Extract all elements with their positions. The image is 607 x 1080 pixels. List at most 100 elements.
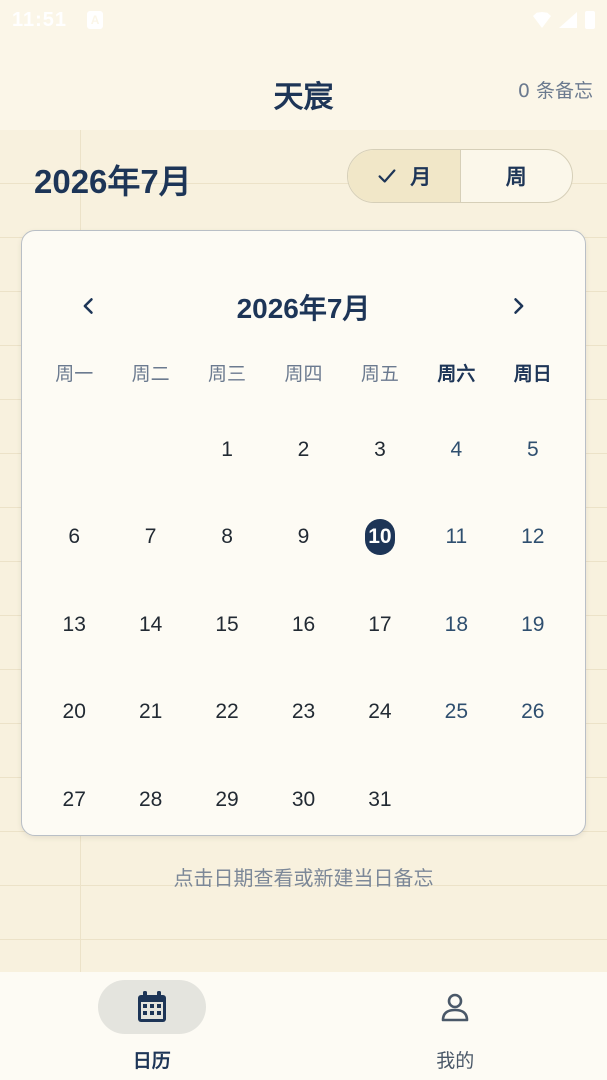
weekday-label: 周四	[284, 363, 323, 385]
day-number: 16	[291, 612, 316, 636]
day-number: 5	[526, 437, 539, 461]
day-number: 7	[144, 525, 157, 549]
day-cell[interactable]: 17	[342, 581, 418, 669]
weekday-header-row: 周一 周二 周三 周四 周五 周六 周日	[36, 359, 571, 386]
wifi-icon	[533, 12, 551, 28]
app-bar: 天宸 0 条备忘	[0, 60, 607, 120]
status-time: 11:51	[12, 8, 68, 31]
day-cell[interactable]: 21	[112, 669, 188, 757]
day-number: 20	[62, 700, 86, 724]
day-number: 13	[62, 612, 86, 636]
day-number: 22	[215, 700, 239, 724]
day-cell[interactable]: 11	[418, 494, 494, 582]
day-cell[interactable]: 31	[342, 756, 418, 844]
toggle-month-button[interactable]: 月	[348, 150, 461, 202]
day-number: 19	[521, 612, 545, 636]
toggle-week-button[interactable]: 周	[461, 150, 573, 202]
day-number: 15	[215, 612, 239, 636]
weekday-label: 周五	[360, 363, 399, 385]
day-cell[interactable]: 30	[265, 756, 341, 844]
day-cell[interactable]: 16	[265, 581, 341, 669]
day-number: 6	[68, 525, 81, 549]
hint-text: 点击日期查看或新建当日备忘	[173, 866, 434, 890]
day-number: 9	[297, 525, 310, 549]
status-bar: 11:51 A	[0, 0, 607, 40]
day-cell[interactable]: 28	[112, 756, 188, 844]
battery-icon	[585, 11, 595, 29]
weekday-label: 周日	[513, 363, 552, 385]
day-cell[interactable]: 23	[265, 669, 341, 757]
nav-profile-pill	[401, 980, 509, 1034]
day-cell[interactable]: 5	[495, 406, 571, 494]
day-number: 18	[444, 612, 469, 636]
day-number: 31	[368, 787, 392, 811]
day-cell[interactable]: 6	[36, 494, 112, 582]
day-cell[interactable]: 27	[36, 756, 112, 844]
day-number: 14	[138, 612, 163, 636]
day-cell[interactable]: 3	[342, 406, 418, 494]
person-icon	[441, 993, 469, 1022]
day-cell[interactable]: 12	[495, 494, 571, 582]
weekday-label: 周一	[55, 363, 94, 385]
day-number: 28	[138, 787, 163, 811]
day-cell[interactable]: 18	[418, 581, 494, 669]
day-cell[interactable]: 20	[36, 669, 112, 757]
day-cell[interactable]: 26	[495, 669, 571, 757]
day-cell[interactable]: 19	[495, 581, 571, 669]
calendar-icon	[137, 991, 166, 1022]
month-heading[interactable]: 2026年7月	[34, 155, 192, 203]
chevron-right-icon	[514, 298, 524, 314]
nav-calendar-pill	[97, 980, 206, 1034]
day-cell[interactable]: 24	[342, 669, 418, 757]
day-number: 17	[368, 612, 392, 636]
note-count: 0 条备忘	[517, 80, 593, 102]
calendar-card: 2026年7月 周一 周二 周三 周四 周五 周六 周日 1 2 3 4 5 6 7 8 9 10 11 12 13…	[21, 230, 586, 836]
day-number: 12	[521, 525, 545, 549]
day-cell[interactable]: 13	[36, 581, 112, 669]
toggle-week-label: 周	[505, 165, 527, 189]
weekday-label: 周三	[208, 363, 247, 385]
day-number: 30	[291, 787, 316, 811]
nav-calendar-label: 日历	[132, 1050, 171, 1072]
day-number: 2	[297, 437, 310, 461]
day-cell[interactable]: 2	[265, 406, 341, 494]
day-blank	[36, 406, 112, 494]
signal-icon	[559, 12, 577, 28]
day-number: 4	[450, 437, 463, 461]
calendar-header: 2026年7月	[22, 283, 585, 329]
bottom-navigation: 日历 我的	[0, 972, 607, 1080]
day-cell[interactable]: 29	[189, 756, 265, 844]
day-cell[interactable]: 1	[189, 406, 265, 494]
day-number: 10	[364, 519, 395, 556]
day-cell[interactable]: 7	[112, 494, 188, 582]
day-cell[interactable]: 22	[189, 669, 265, 757]
day-number: 23	[291, 700, 316, 724]
toggle-month-label: 月	[410, 165, 432, 189]
nav-calendar[interactable]: 日历	[0, 972, 304, 1080]
weekday-label: 周二	[131, 363, 170, 385]
day-number: 25	[444, 700, 469, 724]
day-number: 8	[221, 525, 233, 549]
day-number: 27	[62, 787, 86, 811]
day-cell[interactable]: 9	[265, 494, 341, 582]
day-cell[interactable]: 8	[189, 494, 265, 582]
view-toggle: 月 周	[347, 149, 573, 203]
day-blank	[112, 406, 188, 494]
day-cell[interactable]: 4	[418, 406, 494, 494]
day-number: 3	[374, 437, 386, 461]
day-cell[interactable]: 14	[112, 581, 188, 669]
nav-profile[interactable]: 我的	[304, 972, 607, 1080]
weekday-label: 周六	[437, 363, 476, 385]
notification-badge-icon: A	[87, 11, 104, 29]
day-grid: 1 2 3 4 5 6 7 8 9 10 11 12 13 14 15 16 17 18 19 20 21 22 23 24 2…	[36, 406, 571, 844]
nav-profile-label: 我的	[436, 1050, 475, 1072]
day-number: 1	[221, 437, 233, 461]
day-number: 21	[138, 700, 163, 724]
app-title: 天宸	[273, 80, 334, 115]
day-number: 29	[215, 787, 239, 811]
check-icon	[378, 169, 396, 183]
day-cell-today[interactable]: 10	[342, 494, 418, 582]
day-cell[interactable]: 25	[418, 669, 494, 757]
day-cell[interactable]: 15	[189, 581, 265, 669]
next-month-button[interactable]	[495, 283, 541, 329]
